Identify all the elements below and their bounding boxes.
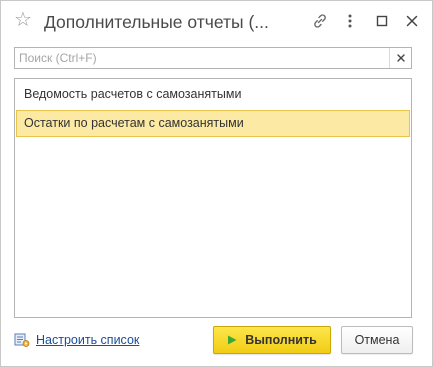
run-button[interactable]: Выполнить: [213, 326, 331, 354]
more-vertical-icon[interactable]: [339, 10, 361, 32]
star-icon[interactable]: ☆: [14, 9, 36, 31]
play-icon: [228, 335, 237, 345]
run-button-label: Выполнить: [245, 333, 317, 347]
customize-list-label: Настроить список: [36, 333, 140, 347]
search-input[interactable]: [15, 48, 389, 68]
cancel-button[interactable]: Отмена: [341, 326, 413, 354]
cancel-button-label: Отмена: [354, 333, 400, 347]
close-icon[interactable]: [401, 10, 423, 32]
reports-list: Ведомость расчетов с самозанятыми Остатк…: [14, 78, 412, 318]
title-bar: ☆ Дополнительные отчеты (...: [1, 1, 432, 41]
search-box: [14, 47, 412, 69]
list-settings-icon: [14, 332, 30, 348]
window-title: Дополнительные отчеты (...: [44, 12, 269, 32]
list-item[interactable]: Ведомость расчетов с самозанятыми: [16, 81, 410, 108]
list-item-selected[interactable]: Остатки по расчетам с самозанятыми: [16, 110, 410, 137]
customize-list-link[interactable]: Настроить список: [14, 331, 139, 349]
clear-icon[interactable]: [389, 48, 411, 68]
maximize-icon[interactable]: [371, 10, 393, 32]
dialog-window: ☆ Дополнительные отчеты (... Поиск (Ctrl…: [0, 0, 433, 367]
link-icon[interactable]: [309, 10, 331, 32]
